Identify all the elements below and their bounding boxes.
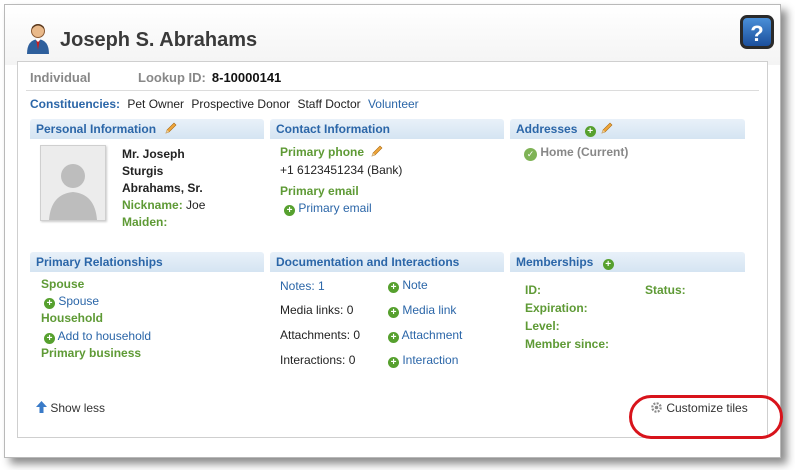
silhouette-icon — [41, 146, 105, 220]
add-interaction[interactable]: + Interaction — [388, 353, 458, 368]
arrow-up-icon — [36, 401, 47, 413]
lookup-id-value: 8-10000141 — [211, 70, 282, 85]
add-address-icon[interactable]: + — [584, 126, 596, 137]
add-icon: + — [388, 307, 399, 318]
record-header: Joseph S. Abrahams ? — [5, 5, 780, 65]
documentation-header: Documentation and Interactions — [270, 252, 504, 272]
constituency-staff-doctor: Staff Doctor — [297, 97, 361, 111]
name-line-3: Abrahams, Sr. — [122, 181, 203, 195]
primary-email-label: Primary email — [280, 184, 359, 198]
primary-phone-value: +1 6123451234 (Bank) — [280, 163, 403, 177]
add-icon: + — [388, 282, 399, 293]
membership-level-label: Level: — [525, 319, 560, 333]
id-row: Individual Lookup ID: 8-10000141 — [30, 70, 281, 85]
lookup-id-label: Lookup ID: — [138, 70, 206, 85]
show-less-link[interactable]: Show less — [36, 401, 105, 415]
add-spouse[interactable]: + Spouse — [44, 294, 99, 309]
primary-phone-label: Primary phone — [280, 145, 365, 159]
add-membership-icon[interactable]: + — [602, 259, 614, 270]
summary-card: Individual Lookup ID: 8-10000141 Constitu… — [17, 61, 783, 439]
member-since-label: Member since: — [525, 337, 610, 351]
add-primary-email-label[interactable]: Primary email — [298, 201, 371, 215]
memberships-tile: Memberships + ID: Status: Expiration: Le… — [510, 252, 745, 382]
home-address-row[interactable]: ✓ Home (Current) — [524, 145, 628, 161]
add-attachment-label[interactable]: Attachment — [402, 328, 463, 342]
add-spouse-label[interactable]: Spouse — [58, 294, 99, 308]
edit-pencil-icon[interactable] — [371, 145, 383, 157]
constituencies-label: Constituencies: — [30, 97, 121, 111]
highlight-ring — [629, 395, 783, 439]
add-note-label[interactable]: Note — [402, 278, 427, 292]
add-icon: + — [284, 205, 295, 216]
constituencies-row: Constituencies: Pet Owner Prospective Do… — [30, 97, 419, 111]
notes-count[interactable]: Notes: 1 — [280, 279, 325, 293]
addresses-title: Addresses — [516, 122, 578, 136]
contact-info-header: Contact Information — [270, 119, 504, 139]
constituency-volunteer[interactable]: Volunteer — [368, 97, 419, 111]
addresses-tile: Addresses + ✓ Home (Current) — [510, 119, 745, 241]
name-line-1: Mr. Joseph — [122, 147, 185, 161]
help-icon[interactable]: ? — [740, 15, 774, 49]
constituent-name: Joseph S. Abrahams — [60, 29, 258, 51]
add-media-link-label[interactable]: Media link — [402, 303, 456, 317]
show-less-label[interactable]: Show less — [50, 401, 105, 415]
documentation-tile: Documentation and Interactions Notes: 1 … — [270, 252, 504, 382]
name-line-2: Sturgis — [122, 164, 164, 178]
constituent-type: Individual — [30, 70, 91, 85]
constituency-pet-owner: Pet Owner — [127, 97, 185, 111]
membership-id-label: ID: — [525, 283, 541, 297]
add-attachment[interactable]: + Attachment — [388, 328, 462, 343]
addresses-header: Addresses + — [510, 119, 745, 139]
add-media-link[interactable]: + Media link — [388, 303, 456, 318]
profile-photo-placeholder — [40, 145, 106, 221]
person-icon — [27, 24, 49, 54]
spouse-label: Spouse — [41, 277, 85, 291]
divider — [26, 90, 759, 91]
primary-business-label: Primary business — [41, 346, 142, 360]
add-to-household[interactable]: + Add to household — [44, 329, 151, 344]
edit-pencil-icon[interactable] — [165, 122, 177, 134]
nickname-row: Nickname: Joe — [122, 198, 205, 212]
household-label: Household — [41, 311, 103, 325]
lookup-id: Lookup ID: 8-10000141 — [138, 70, 438, 85]
check-icon: ✓ — [524, 148, 537, 161]
memberships-header: Memberships + — [510, 252, 745, 272]
add-note[interactable]: + Note — [388, 278, 428, 293]
attachments-count: Attachments: 0 — [280, 328, 361, 342]
add-interaction-label[interactable]: Interaction — [402, 353, 458, 367]
personal-info-tile: Personal Information Mr. Joseph Sturgis … — [30, 119, 264, 241]
contact-info-tile: Contact Information Primary phone +1 612… — [270, 119, 504, 241]
add-icon: + — [388, 357, 399, 368]
add-to-household-label[interactable]: Add to household — [58, 329, 151, 343]
personal-info-title: Personal Information — [36, 122, 157, 136]
add-icon: + — [388, 332, 399, 343]
home-address-label[interactable]: Home (Current) — [540, 145, 628, 159]
personal-info-header: Personal Information — [30, 119, 264, 139]
edit-pencil-icon[interactable] — [601, 122, 613, 134]
membership-expiration-label: Expiration: — [525, 301, 588, 315]
maiden-label: Maiden: — [122, 215, 168, 229]
primary-phone-row: Primary phone — [280, 145, 383, 159]
membership-status-label: Status: — [645, 283, 686, 297]
interactions-count: Interactions: 0 — [280, 353, 356, 367]
primary-relationships-header: Primary Relationships — [30, 252, 264, 272]
nickname-label: Nickname: — [122, 198, 183, 212]
add-primary-email[interactable]: + Primary email — [284, 201, 372, 216]
constituency-prospective-donor: Prospective Donor — [191, 97, 291, 111]
add-icon: + — [44, 298, 55, 309]
constituent-window: Joseph S. Abrahams ? Individual Lookup I… — [4, 4, 783, 458]
primary-relationships-tile: Primary Relationships Spouse + Spouse Ho… — [30, 252, 264, 382]
media-links-count: Media links: 0 — [280, 303, 354, 317]
nickname-value: Joe — [186, 198, 206, 212]
add-icon: + — [44, 333, 55, 344]
memberships-title: Memberships — [516, 255, 594, 269]
